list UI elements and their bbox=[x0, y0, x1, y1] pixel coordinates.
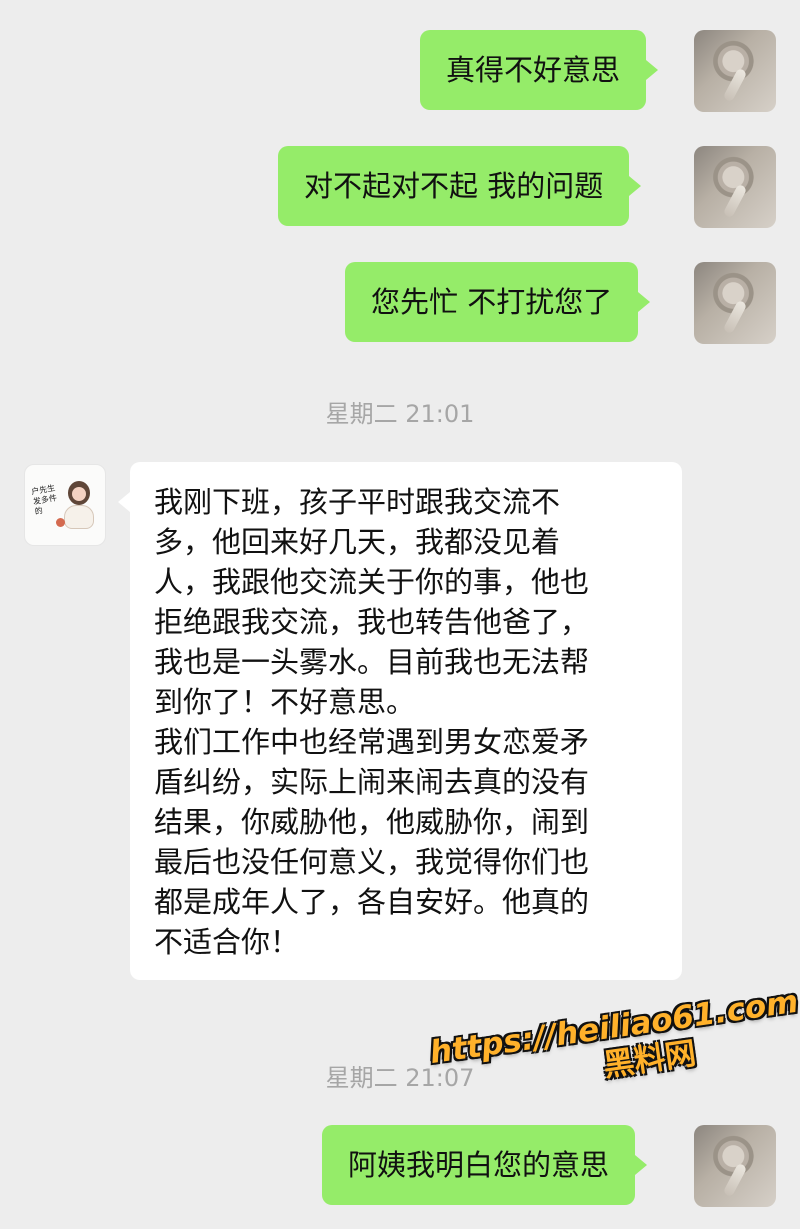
message-line: 我们工作中也经常遇到男女恋爱矛 bbox=[154, 725, 590, 759]
red-ornament-icon bbox=[56, 518, 65, 527]
message-line: 都是成年人了，各自安好。他真的 bbox=[154, 885, 590, 919]
sent-message-bubble[interactable]: 对不起对不起 我的问题 bbox=[278, 146, 642, 226]
message-line: 我也是一头雾水。目前我也无法帮 bbox=[154, 645, 590, 679]
self-avatar[interactable] bbox=[694, 146, 776, 228]
message-line: 多，他回来好几天，我都没见着 bbox=[154, 525, 561, 559]
self-avatar[interactable] bbox=[694, 262, 776, 344]
message-line: 不适合你！ bbox=[154, 925, 300, 959]
message-line: 到你了！不好意思。 bbox=[154, 685, 416, 719]
spoon-icon bbox=[722, 67, 748, 103]
avatar-caption: 户先生 发多件的 bbox=[30, 483, 58, 517]
spoon-icon bbox=[722, 1162, 748, 1198]
self-avatar[interactable] bbox=[694, 30, 776, 112]
sent-message-row-4: 阿姨我明白您的意思 bbox=[0, 1125, 800, 1207]
message-line: 盾纠纷，实际上闹来闹去真的没有 bbox=[154, 765, 590, 799]
sent-message-bubble[interactable]: 您先忙 不打扰您了 bbox=[345, 262, 651, 342]
spoon-icon bbox=[722, 299, 748, 335]
received-message-row: 户先生 发多件的 我刚下班，孩子平时跟我交流不 多，他回来好几天，我都没见着 人… bbox=[0, 462, 800, 1002]
sent-message-bubble[interactable]: 真得不好意思 bbox=[420, 30, 659, 110]
sent-message-bubble[interactable]: 阿姨我明白您的意思 bbox=[322, 1125, 648, 1205]
message-line: 结果，你威胁他，他威胁你，闹到 bbox=[154, 805, 590, 839]
timestamp: 星期二 21:01 bbox=[325, 400, 475, 428]
girl-body-icon bbox=[64, 505, 94, 529]
received-message-bubble[interactable]: 我刚下班，孩子平时跟我交流不 多，他回来好几天，我都没见着 人，我跟他交流关于你… bbox=[118, 462, 682, 980]
message-line: 最后也没任何意义，我觉得你们也 bbox=[154, 845, 590, 879]
message-line: 我刚下班，孩子平时跟我交流不 bbox=[154, 485, 561, 519]
spoon-icon bbox=[722, 183, 748, 219]
girl-face-icon bbox=[72, 487, 86, 501]
sent-message-row-3: 您先忙 不打扰您了 bbox=[0, 262, 800, 344]
contact-avatar[interactable]: 户先生 发多件的 bbox=[24, 464, 106, 546]
self-avatar[interactable] bbox=[694, 1125, 776, 1207]
sent-message-row-1: 真得不好意思 bbox=[0, 30, 800, 112]
message-line: 拒绝跟我交流，我也转告他爸了， bbox=[154, 605, 590, 639]
message-line: 人，我跟他交流关于你的事，他也 bbox=[154, 565, 590, 599]
sent-message-row-2: 对不起对不起 我的问题 bbox=[0, 146, 800, 228]
